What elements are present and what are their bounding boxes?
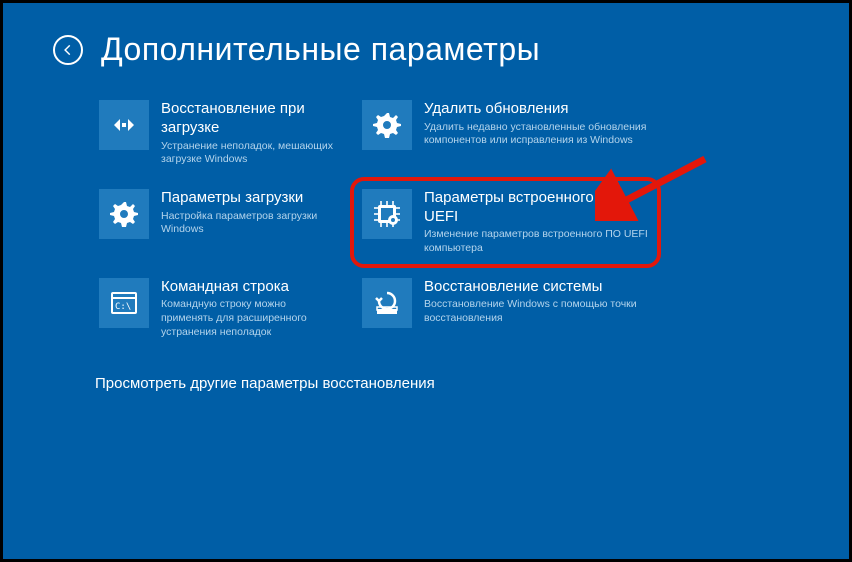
arrow-left-icon (61, 43, 75, 57)
svg-text:C:\: C:\ (115, 302, 131, 312)
tile-desc: Настройка параметров загрузки Windows (161, 210, 336, 237)
terminal-icon: C:\ (99, 278, 149, 328)
tile-text: Восстановление при загрузке Устранение н… (161, 100, 336, 167)
tile-title: Удалить обновления (424, 100, 649, 119)
tile-text: Командная строка Командную строку можно … (161, 278, 336, 340)
tile-desc: Командную строку можно применять для рас… (161, 298, 336, 339)
recovery-options-screen: Дополнительные параметры Восстановление … (0, 0, 852, 562)
page-title: Дополнительные параметры (101, 31, 540, 68)
gear-icon (99, 189, 149, 239)
chip-gear-icon (362, 189, 412, 239)
tile-title: Параметры загрузки (161, 189, 336, 208)
tile-text: Параметры встроенного ПО UEFI Изменение … (424, 189, 649, 256)
gear-icon (362, 100, 412, 150)
tile-title: Командная строка (161, 278, 336, 297)
tile-desc: Восстановление Windows с помощью точки в… (424, 298, 649, 325)
tile-desc: Удалить недавно установленные обновления… (424, 121, 649, 148)
header: Дополнительные параметры (53, 31, 799, 68)
options-grid: Восстановление при загрузке Устранение н… (95, 96, 799, 343)
tile-desc: Устранение неполадок, мешающих загрузке … (161, 140, 336, 167)
tile-startup-settings[interactable]: Параметры загрузки Настройка параметров … (95, 185, 340, 260)
tile-title: Параметры встроенного ПО UEFI (424, 189, 649, 227)
tile-title: Восстановление системы (424, 278, 649, 297)
restore-icon (362, 278, 412, 328)
tile-desc: Изменение параметров встроенного ПО UEFI… (424, 228, 649, 255)
tile-system-restore[interactable]: Восстановление системы Восстановление Wi… (358, 274, 653, 344)
back-button[interactable] (53, 35, 83, 65)
tile-text: Параметры загрузки Настройка параметров … (161, 189, 336, 256)
more-recovery-options-link[interactable]: Просмотреть другие параметры восстановле… (95, 375, 799, 392)
tile-uninstall-updates[interactable]: Удалить обновления Удалить недавно устан… (358, 96, 653, 171)
tile-uefi-settings[interactable]: Параметры встроенного ПО UEFI Изменение … (350, 177, 661, 268)
tile-text: Удалить обновления Удалить недавно устан… (424, 100, 649, 167)
tile-startup-repair[interactable]: Восстановление при загрузке Устранение н… (95, 96, 340, 171)
tile-text: Восстановление системы Восстановление Wi… (424, 278, 649, 340)
repair-icon (99, 100, 149, 150)
tile-title: Восстановление при загрузке (161, 100, 336, 138)
tile-command-prompt[interactable]: C:\ Командная строка Командную строку мо… (95, 274, 340, 344)
